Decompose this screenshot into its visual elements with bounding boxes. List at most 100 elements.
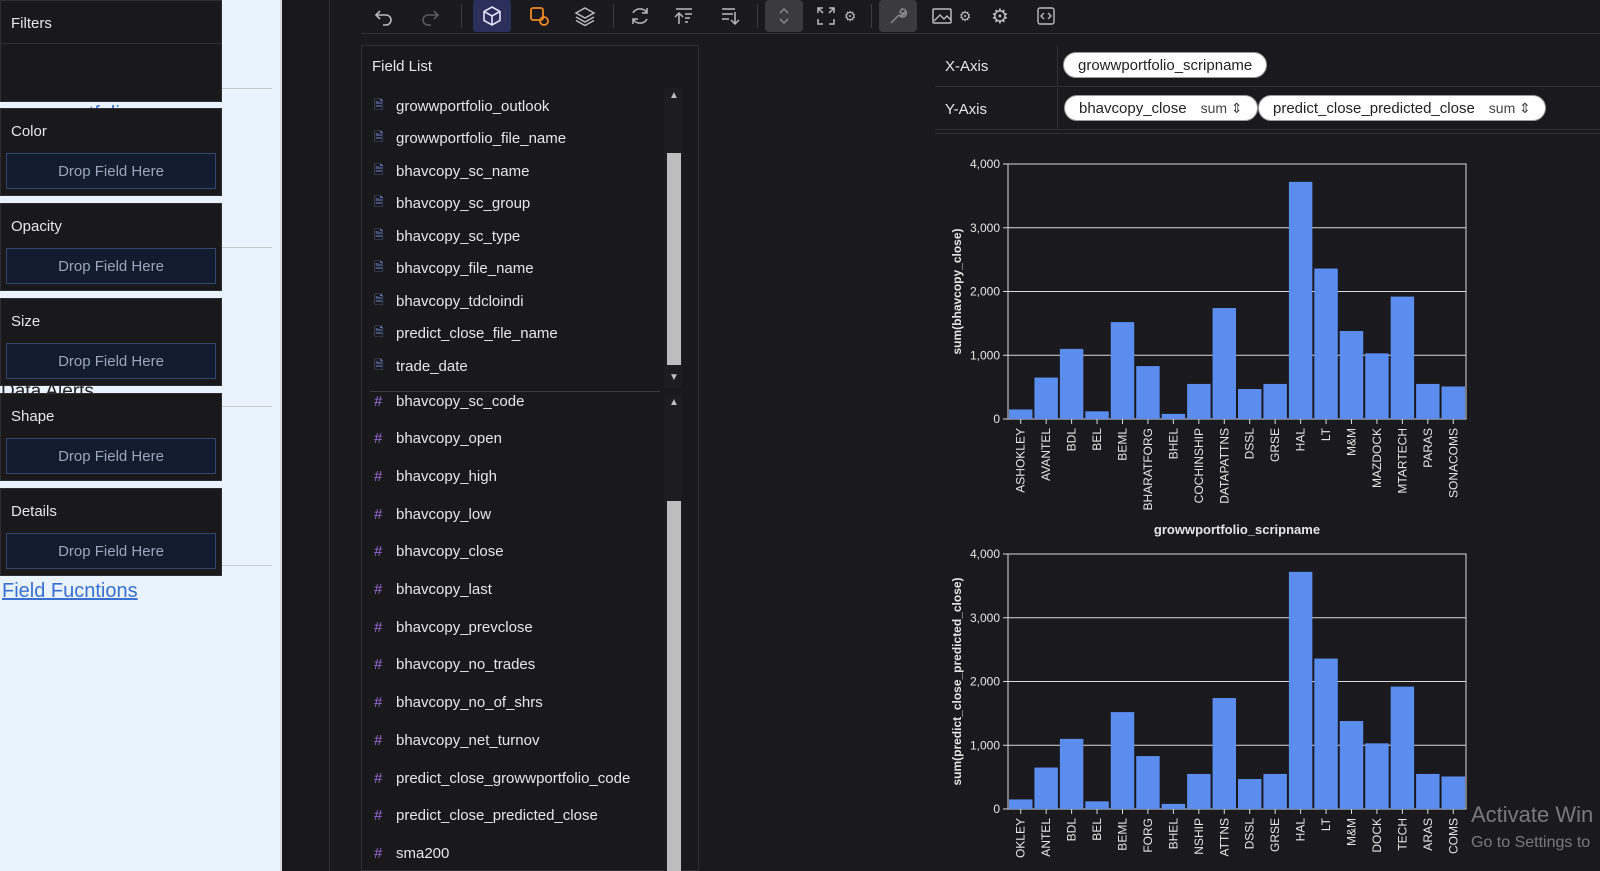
aggregate-select[interactable]: sum ⇕	[1489, 100, 1531, 117]
bar	[1212, 308, 1236, 419]
x-tick-label: PARAS	[1421, 428, 1435, 468]
measure-scrollbar[interactable]: ▲	[664, 395, 682, 871]
field-item[interactable]: # bhavcopy_net_turnov	[374, 725, 539, 755]
field-item[interactable]: 🗎 bhavcopy_tdcloindi	[374, 286, 524, 316]
number-field-icon: #	[374, 392, 383, 410]
field-item[interactable]: 🗎 bhavcopy_sc_type	[374, 221, 520, 251]
number-field-icon: #	[374, 543, 383, 561]
opacity-shelf: Opacity Drop Field Here	[0, 203, 222, 291]
layers-icon[interactable]	[567, 0, 603, 32]
filters-shelf[interactable]: Filters	[0, 0, 222, 102]
scroll-thumb[interactable]	[667, 501, 681, 871]
field-item[interactable]: # bhavcopy_high	[374, 461, 497, 491]
field-name: growwportfolio_outlook	[396, 97, 550, 115]
field-item[interactable]: 🗎 predict_close_file_name	[374, 319, 558, 349]
x-tick-label: COMS	[1446, 818, 1460, 854]
field-name: bhavcopy_prevclose	[396, 618, 533, 636]
shape-edit-icon[interactable]	[521, 0, 557, 32]
sort-toggle-icon[interactable]	[765, 0, 803, 32]
field-item[interactable]: # bhavcopy_sc_code	[374, 386, 524, 416]
field-list-panel: Field List 🗎 growwportfolio_outlook 🗎 groww…	[361, 45, 699, 871]
x-tick-label: ATTNS	[1217, 818, 1231, 856]
undo-icon[interactable]	[369, 0, 399, 32]
color-title: Color	[11, 123, 47, 140]
field-name: bhavcopy_net_turnov	[396, 731, 540, 749]
x-tick-label: DSSL	[1243, 428, 1257, 460]
scroll-down-icon[interactable]: ▼	[666, 372, 682, 386]
x-axis-field-chip[interactable]: growwportfolio_scripname	[1063, 52, 1268, 78]
field-name: bhavcopy_file_name	[396, 260, 534, 277]
field-item[interactable]: 🗎 growwportfolio_outlook	[374, 91, 549, 121]
aggregate-select[interactable]: sum ⇕	[1201, 100, 1243, 117]
details-title: Details	[11, 503, 57, 520]
text-field-icon: 🗎	[374, 162, 384, 177]
x-axis-drop-zone[interactable]: growwportfolio_scripname	[1057, 45, 1600, 86]
field-item[interactable]: # sma200	[374, 838, 449, 868]
x-tick-label: AVANTEL	[1039, 428, 1053, 481]
field-item[interactable]: # bhavcopy_last	[374, 575, 492, 605]
fit-screen-icon[interactable]	[813, 0, 839, 32]
gear-icon[interactable]: ⚙	[955, 0, 975, 32]
number-field-icon: #	[374, 430, 383, 448]
y-axis-field-chip[interactable]: predict_close_predicted_close sum ⇕	[1258, 95, 1546, 121]
number-field-icon: #	[374, 467, 383, 485]
x-tick-label: FORG	[1141, 818, 1155, 853]
y-axis-drop-zone[interactable]: bhavcopy_close sum ⇕ predict_close_predi…	[1057, 88, 1600, 129]
app-gutter	[284, 0, 330, 871]
scroll-up-icon[interactable]: ▲	[666, 90, 682, 104]
gear-icon[interactable]: ⚙	[839, 0, 861, 32]
wrench-icon[interactable]	[879, 0, 917, 32]
scroll-up-icon[interactable]: ▲	[666, 397, 682, 411]
field-item[interactable]: 🗎 bhavcopy_sc_name	[374, 156, 529, 186]
details-drop-zone[interactable]: Drop Field Here	[6, 533, 216, 569]
x-tick-label: BEML	[1116, 818, 1130, 851]
field-item[interactable]: # bhavcopy_close	[374, 537, 504, 567]
field-item[interactable]: # predict_close_predicted_close	[374, 801, 598, 831]
bar	[1314, 658, 1338, 809]
field-name: predict_close_growwportfolio_code	[396, 769, 631, 787]
x-tick-label: BDL	[1065, 818, 1079, 842]
cube-icon[interactable]	[473, 0, 511, 32]
scroll-thumb[interactable]	[667, 153, 681, 365]
color-drop-zone[interactable]: Drop Field Here	[6, 153, 216, 189]
field-item[interactable]: # predict_close_growwportfolio_code	[374, 763, 630, 793]
field-item[interactable]: 🗎 trade_date	[374, 351, 468, 381]
code-icon[interactable]	[1029, 0, 1063, 32]
bar	[1161, 413, 1186, 419]
x-tick-label: BHEL	[1166, 428, 1180, 460]
number-field-icon: #	[374, 769, 383, 787]
field-name: bhavcopy_open	[396, 430, 502, 448]
settings-icon[interactable]: ⚙	[983, 0, 1017, 32]
shape-drop-zone[interactable]: Drop Field Here	[6, 438, 216, 474]
x-tick-label: DATAPATTNS	[1217, 428, 1231, 504]
image-icon[interactable]	[929, 0, 955, 32]
sort-ascending-icon[interactable]	[667, 0, 701, 32]
opacity-drop-zone[interactable]: Drop Field Here	[6, 248, 216, 284]
size-drop-zone[interactable]: Drop Field Here	[6, 343, 216, 379]
field-item[interactable]: # bhavcopy_low	[374, 499, 491, 529]
field-item[interactable]: # bhavcopy_no_trades	[374, 650, 535, 680]
dimension-scrollbar[interactable]: ▲ ▼	[664, 88, 682, 388]
redo-icon[interactable]	[415, 0, 445, 32]
y-axis-field-chip[interactable]: bhavcopy_close sum ⇕	[1064, 95, 1258, 121]
x-tick-label: COCHINSHIP	[1192, 428, 1206, 503]
x-tick-label: M&M	[1345, 428, 1359, 456]
bar	[1034, 767, 1058, 809]
y-tick-label: 1,000	[970, 738, 1000, 752]
bar	[1365, 743, 1389, 809]
text-field-icon: 🗎	[374, 325, 384, 339]
x-tick-label: BEL	[1090, 428, 1104, 451]
field-item[interactable]: # bhavcopy_open	[374, 424, 502, 454]
field-item[interactable]: # bhavcopy_prevclose	[374, 612, 533, 642]
y-tick-label: 4,000	[970, 157, 1000, 171]
field-item[interactable]: # bhavcopy_no_of_shrs	[374, 688, 543, 718]
x-tick-label: ANTEL	[1039, 818, 1053, 857]
size-title: Size	[11, 313, 41, 330]
sort-descending-icon[interactable]	[713, 0, 747, 32]
field-item[interactable]: 🗎 bhavcopy_file_name	[374, 254, 534, 284]
sidebar-link-field-functions[interactable]: Field Fucntions	[0, 574, 272, 608]
field-item[interactable]: 🗎 growwportfolio_file_name	[374, 124, 566, 154]
bar	[1263, 773, 1287, 809]
field-item[interactable]: 🗎 bhavcopy_sc_group	[374, 189, 530, 219]
refresh-icon[interactable]	[623, 0, 657, 32]
